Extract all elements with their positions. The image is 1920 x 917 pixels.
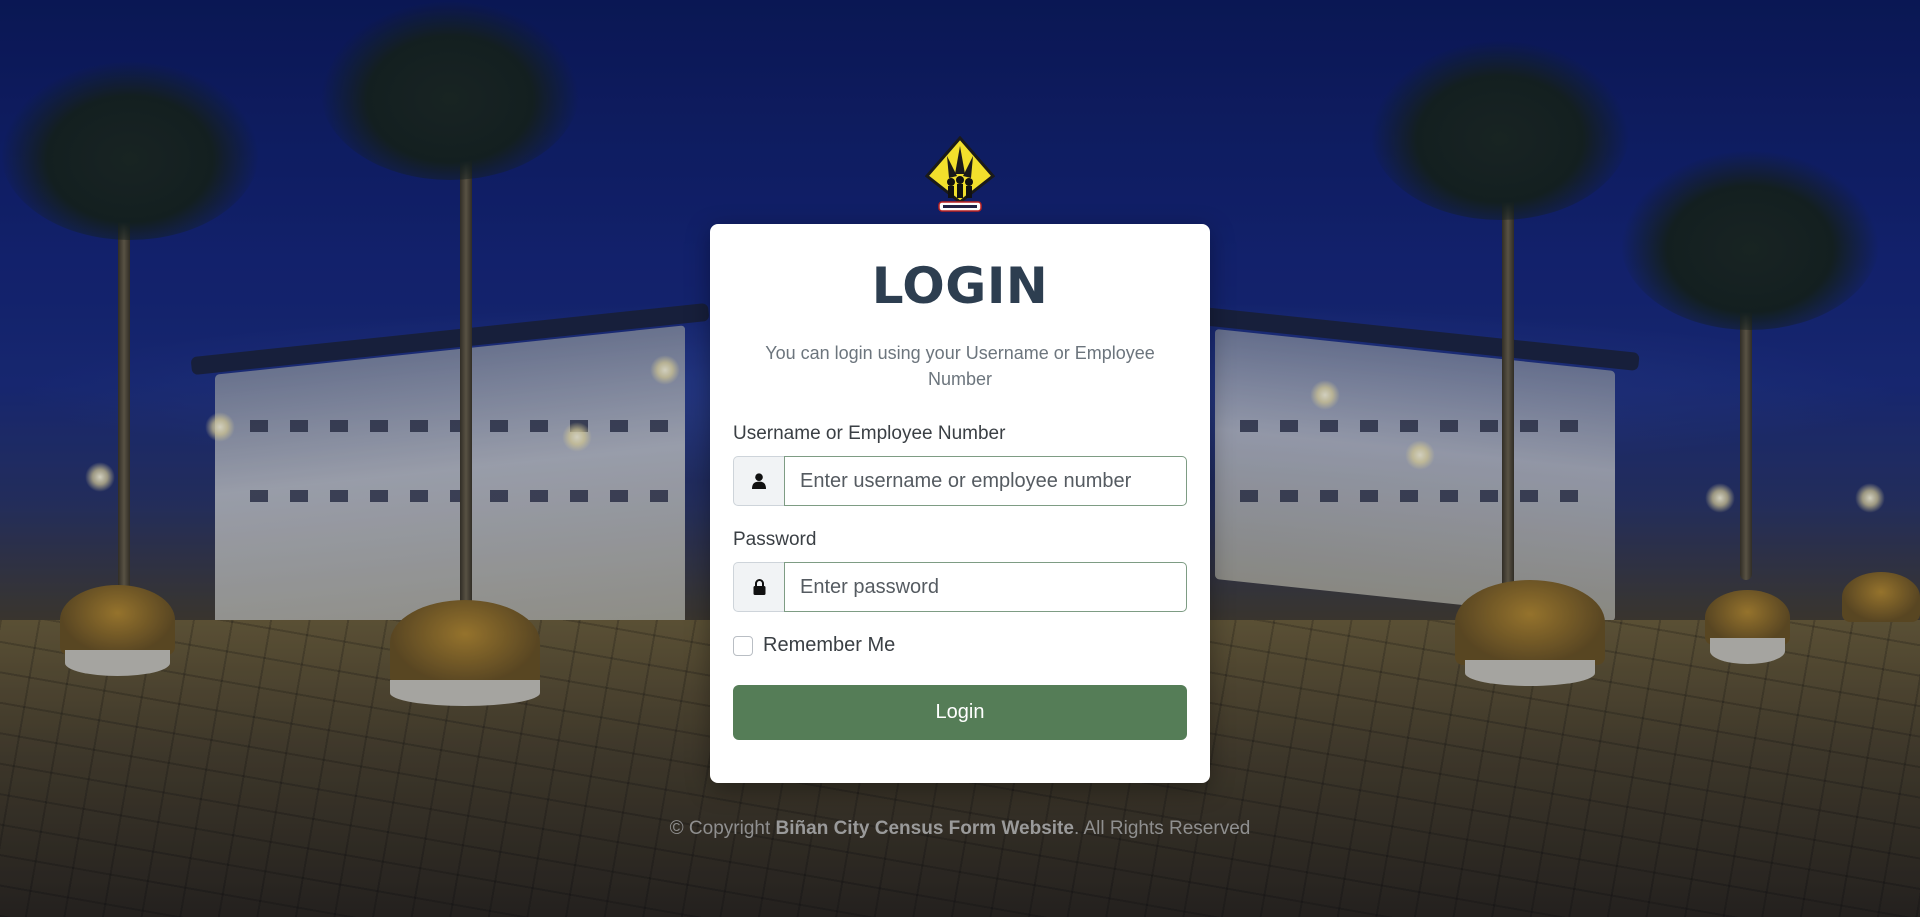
footer-site-name: Biñan City Census Form Website: [775, 818, 1074, 839]
login-card: LOGIN You can login using your Username …: [710, 224, 1210, 783]
footer-prefix: © Copyright: [669, 818, 776, 839]
census-logo-icon: [924, 135, 996, 214]
copyright-footer: © Copyright Biñan City Census Form Websi…: [0, 818, 1920, 840]
remember-me-checkbox[interactable]: [733, 635, 753, 656]
login-subtitle: You can login using your Username or Emp…: [765, 343, 1155, 389]
remember-me-label[interactable]: Remember Me: [763, 634, 895, 657]
password-input-group: [733, 562, 1187, 612]
lock-icon: [733, 562, 784, 612]
password-input[interactable]: [784, 562, 1187, 612]
footer-suffix: . All Rights Reserved: [1073, 818, 1251, 839]
username-input-group: [733, 456, 1187, 506]
user-icon: [733, 456, 784, 506]
username-input[interactable]: [784, 456, 1187, 506]
password-label: Password: [733, 529, 817, 550]
login-button[interactable]: Login: [733, 685, 1187, 740]
remember-me-row: Remember Me: [733, 634, 1187, 657]
username-label: Username or Employee Number: [733, 423, 1006, 444]
login-title: LOGIN: [871, 257, 1049, 315]
